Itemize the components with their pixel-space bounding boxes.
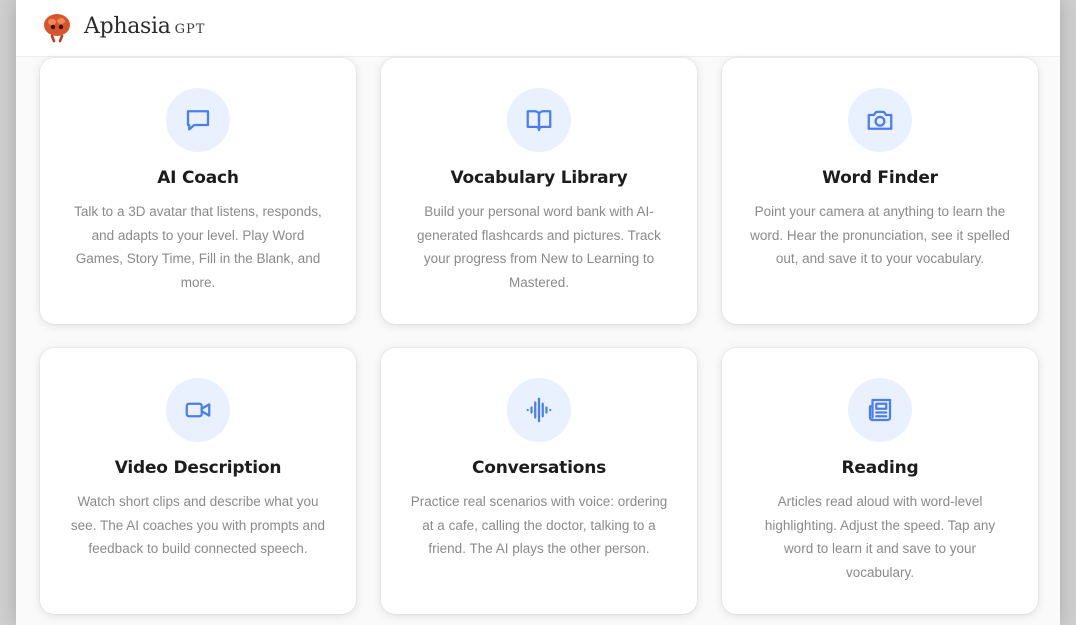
audio-waveform-icon <box>526 397 552 423</box>
icon-badge <box>848 88 912 152</box>
icon-badge <box>507 378 571 442</box>
app-title[interactable]: Aphasia GPT <box>84 14 205 39</box>
card-description: Talk to a 3D avatar that listens, respon… <box>74 204 322 290</box>
card-title: Video Description <box>114 458 282 478</box>
feature-card-vocabulary-library[interactable]: Vocabulary Library Build your personal w… <box>381 58 697 324</box>
card-title: Vocabulary Library <box>450 168 628 188</box>
top-navigation-bar: Aphasia GPT <box>16 0 1060 57</box>
feature-card-video-description[interactable]: Video Description Watch short clips and … <box>40 348 356 614</box>
app-window: Aphasia GPT AI Coach Talk to a 3D avatar … <box>16 0 1060 625</box>
icon-badge <box>848 378 912 442</box>
icon-badge <box>166 378 230 442</box>
card-description: Articles read aloud with word-level high… <box>764 494 996 580</box>
card-title: Conversations <box>471 458 607 478</box>
feature-card-word-finder[interactable]: Word Finder Point your camera at anythin… <box>722 58 1038 324</box>
brand-suffix: GPT <box>174 22 206 37</box>
card-description: Practice real scenarios with voice: orde… <box>410 494 668 556</box>
icon-badge <box>166 88 230 152</box>
brain-mascot-icon[interactable] <box>40 10 74 44</box>
card-description: Build your personal word bank with AI-ge… <box>417 204 661 290</box>
book-open-icon <box>526 110 552 132</box>
brand-name: Aphasia <box>84 14 171 39</box>
card-title: Word Finder <box>822 168 938 188</box>
feature-card-conversations[interactable]: Conversations Practice real scenarios wi… <box>381 348 697 614</box>
icon-badge <box>507 88 571 152</box>
camera-icon <box>867 110 893 130</box>
card-title: Reading <box>841 458 919 478</box>
video-camera-icon <box>185 402 211 418</box>
message-square-icon <box>186 110 210 131</box>
card-description: Point your camera at anything to learn t… <box>750 204 1010 266</box>
feature-grid: AI Coach Talk to a 3D avatar that listen… <box>40 58 1038 618</box>
feature-card-reading[interactable]: Reading Articles read aloud with word-le… <box>722 348 1038 614</box>
newspaper-icon <box>868 398 892 422</box>
feature-card-ai-coach[interactable]: AI Coach Talk to a 3D avatar that listen… <box>40 58 356 324</box>
card-title: AI Coach <box>157 168 239 188</box>
card-description: Watch short clips and describe what you … <box>70 494 326 556</box>
